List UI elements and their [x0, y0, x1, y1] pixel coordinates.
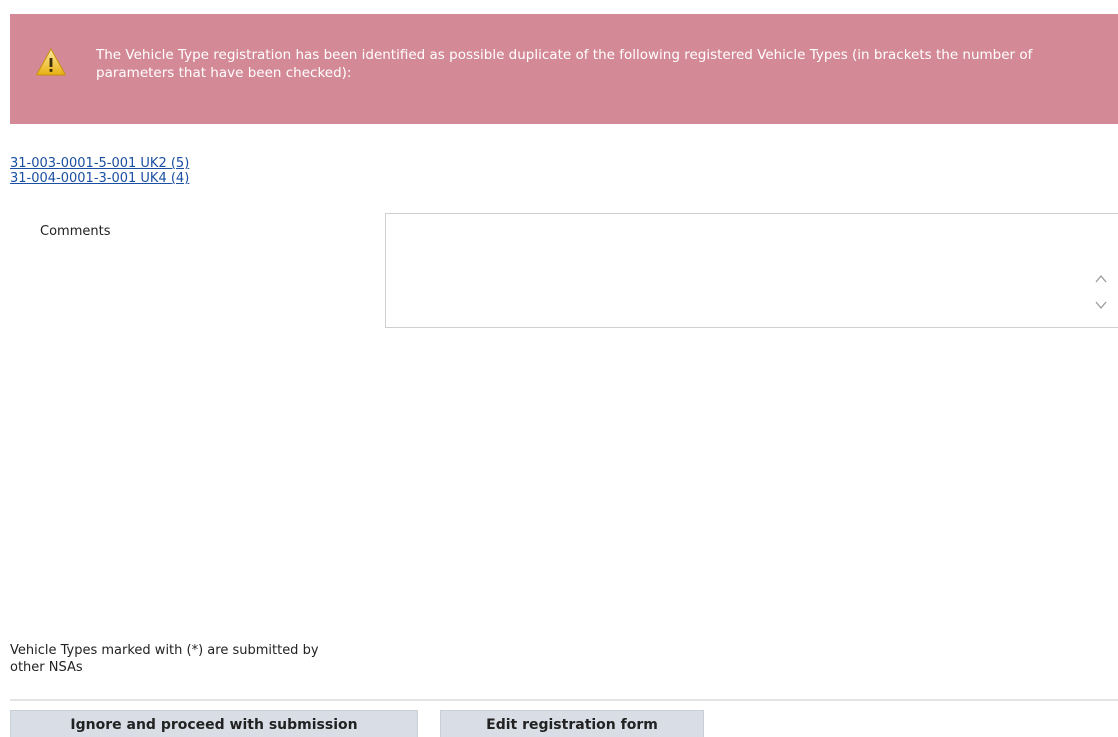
duplicate-list: 31-003-0001-5-001 UK2 (5) 31-004-0001-3-…: [10, 156, 189, 186]
duplicate-link[interactable]: 31-003-0001-5-001 UK2 (5): [10, 156, 189, 171]
warning-icon: [36, 47, 66, 76]
comments-label: Comments: [40, 224, 111, 239]
scroll-up-icon[interactable]: [1094, 272, 1108, 286]
nsa-footnote: Vehicle Types marked with (*) are submit…: [10, 643, 319, 675]
comments-scrollbar[interactable]: [1090, 214, 1118, 327]
duplicate-link[interactable]: 31-004-0001-3-001 UK4 (4): [10, 171, 189, 186]
edit-registration-form-button[interactable]: Edit registration form: [440, 710, 704, 737]
comments-textarea[interactable]: [385, 213, 1118, 328]
ignore-and-proceed-button[interactable]: Ignore and proceed with submission: [10, 710, 418, 737]
divider: [10, 699, 1118, 701]
duplicate-warning-alert: The Vehicle Type registration has been i…: [10, 14, 1118, 124]
scroll-down-icon[interactable]: [1094, 298, 1108, 312]
duplicate-check-page: The Vehicle Type registration has been i…: [0, 0, 1118, 737]
alert-message: The Vehicle Type registration has been i…: [96, 47, 1033, 81]
